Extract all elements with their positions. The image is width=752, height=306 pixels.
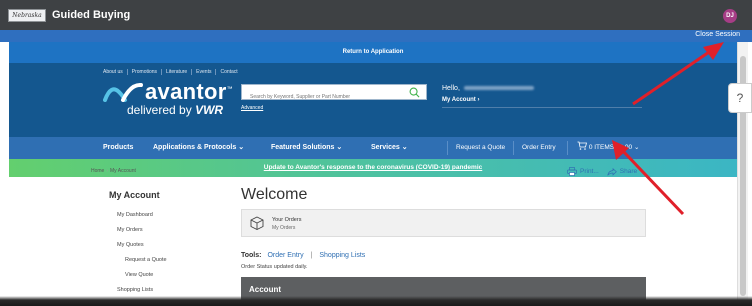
printer-icon: [567, 167, 577, 176]
search-icon[interactable]: [409, 87, 420, 98]
nav-products[interactable]: Products: [103, 137, 133, 159]
nav-featured-solutions[interactable]: Featured Solutions ⌄: [271, 137, 342, 159]
breadcrumb-home[interactable]: Home: [91, 168, 104, 174]
chevron-down-icon: ⌄: [401, 144, 408, 151]
account-sidebar: My Account My Dashboard My Orders My Quo…: [109, 190, 229, 298]
search-input[interactable]: [242, 90, 402, 104]
delivered-by-vwr: delivered by VWR: [127, 103, 224, 117]
sidebar-item-request-quote[interactable]: Request a Quote: [125, 253, 229, 268]
breadcrumb-current: My Account: [110, 168, 136, 174]
chevron-down-icon: ⌄: [633, 144, 640, 151]
sidebar-item-dashboard[interactable]: My Dashboard: [117, 208, 229, 223]
guided-buying-title: Guided Buying: [52, 9, 131, 21]
share-button[interactable]: Share: [607, 167, 637, 176]
cart-icon: [577, 141, 588, 150]
main-nav: Products Applications & Protocols ⌄ Feat…: [9, 137, 737, 159]
tools-row: Tools: Order Entry | Shopping Lists: [241, 252, 366, 259]
print-button[interactable]: Print...: [567, 167, 599, 176]
close-session-link[interactable]: Close Session: [695, 31, 740, 38]
divider: [447, 141, 448, 155]
page-title: Welcome: [241, 186, 308, 203]
util-link-contact[interactable]: Contact: [216, 69, 241, 75]
advanced-search-link[interactable]: Advanced: [241, 105, 263, 111]
divider: [442, 107, 642, 108]
guided-buying-bar: Nebraska Guided Buying DJ: [0, 0, 752, 30]
orders-card-subtitle: My Orders: [272, 225, 296, 231]
redacted-email: [463, 86, 534, 91]
sidebar-item-view-quote[interactable]: View Quote: [125, 268, 229, 283]
sidebar-item-quotes[interactable]: My Quotes: [117, 238, 229, 253]
screenshot-edge: [0, 296, 752, 306]
nav-cart[interactable]: 0 ITEMS $0.00 ⌄: [577, 137, 639, 159]
util-link-events[interactable]: Events: [192, 69, 217, 75]
page-actions: Print... Share: [567, 167, 637, 176]
breadcrumb: Home › My Account: [91, 168, 136, 174]
frame-scrollbar[interactable]: [737, 42, 748, 306]
sidebar-item-orders[interactable]: My Orders: [117, 223, 229, 238]
divider: [513, 141, 514, 155]
site-header: About us Promotions Literature Events Co…: [9, 63, 737, 159]
user-avatar[interactable]: DJ: [723, 9, 737, 23]
nav-order-entry[interactable]: Order Entry: [522, 137, 556, 159]
your-orders-card[interactable]: Your Orders My Orders: [241, 209, 646, 237]
my-account-link[interactable]: My Account ›: [442, 97, 479, 103]
share-icon: [607, 167, 617, 176]
orders-card-title: Your Orders: [272, 217, 302, 223]
nav-request-quote[interactable]: Request a Quote: [456, 137, 505, 159]
session-bar: Close Session: [0, 30, 752, 42]
chevron-down-icon: ⌄: [336, 144, 343, 151]
nav-services[interactable]: Services ⌄: [371, 137, 408, 159]
sidebar-title: My Account: [109, 190, 160, 200]
help-icon[interactable]: ?: [728, 83, 752, 113]
avantor-mark-icon: [103, 82, 143, 102]
chevron-down-icon: ⌄: [238, 144, 245, 151]
tools-shopping-lists-link[interactable]: Shopping Lists: [319, 252, 365, 259]
utility-links: About us Promotions Literature Events Co…: [103, 69, 242, 75]
order-status-note: Order Status updated daily.: [241, 264, 308, 270]
tools-order-entry-link[interactable]: Order Entry: [267, 252, 303, 259]
return-to-application-link[interactable]: Return to Application: [9, 42, 737, 63]
search-box: [241, 84, 427, 104]
greeting: Hello,: [442, 85, 534, 92]
util-link-promotions[interactable]: Promotions: [128, 69, 163, 75]
tools-label: Tools:: [241, 252, 262, 259]
nav-applications[interactable]: Applications & Protocols ⌄: [153, 137, 244, 159]
box-icon: [250, 216, 264, 230]
avantor-logo[interactable]: avantor™ delivered by VWR: [103, 79, 243, 119]
punchout-frame: Return to Application About us Promotion…: [9, 42, 737, 306]
util-link-literature[interactable]: Literature: [162, 69, 193, 75]
nebraska-logo[interactable]: Nebraska: [8, 8, 46, 22]
divider: [567, 141, 568, 155]
avantor-wordmark: avantor™: [145, 79, 233, 104]
util-link-about[interactable]: About us: [103, 69, 128, 75]
